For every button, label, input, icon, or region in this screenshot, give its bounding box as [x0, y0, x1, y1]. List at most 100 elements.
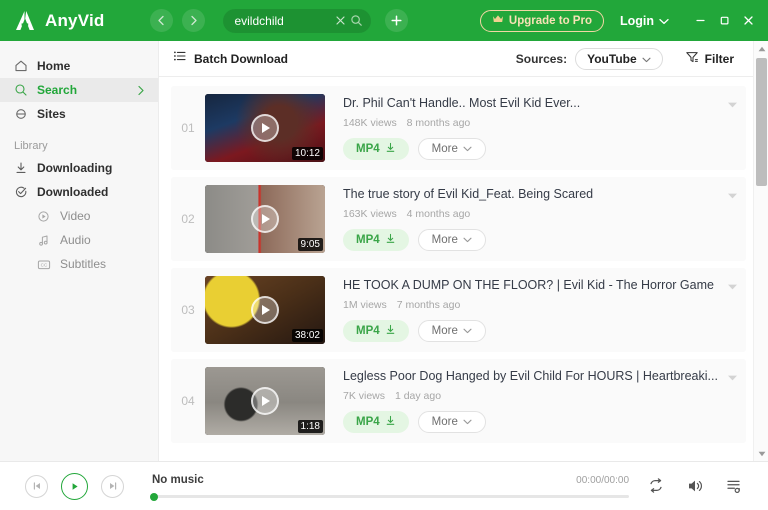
- svg-text:CC: CC: [41, 262, 48, 267]
- download-mp4-button[interactable]: MP4: [343, 320, 409, 342]
- more-label: More: [431, 143, 458, 155]
- caret-down-icon: [758, 451, 765, 456]
- video-title[interactable]: The true story of Evil Kid_Feat. Being S…: [343, 187, 718, 201]
- sidebar-item-sites[interactable]: Sites: [0, 102, 158, 126]
- video-thumbnail[interactable]: 9:05: [205, 185, 325, 253]
- sidebar-item-label: Subtitles: [60, 257, 107, 271]
- sidebar-item-video[interactable]: Video: [0, 204, 158, 228]
- minimize-icon: [695, 19, 705, 22]
- sidebar-item-label: Audio: [60, 233, 91, 247]
- next-button[interactable]: [101, 474, 124, 498]
- format-label: MP4: [356, 416, 380, 428]
- list-icon: [173, 49, 187, 68]
- clear-search-icon[interactable]: [335, 15, 346, 26]
- sidebar-item-subtitles[interactable]: CC Subtitles: [0, 252, 158, 276]
- row-expand-caret-icon[interactable]: [727, 187, 738, 205]
- video-thumbnail[interactable]: 1:18: [205, 367, 325, 435]
- video-thumbnail[interactable]: 38:02: [205, 276, 325, 344]
- download-icon: [385, 142, 396, 156]
- playback-controls: [25, 472, 124, 500]
- sidebar-item-label: Video: [60, 209, 91, 223]
- maximize-button[interactable]: [713, 10, 735, 32]
- download-mp4-button[interactable]: MP4: [343, 229, 409, 251]
- download-icon: [385, 324, 396, 338]
- video-duration: 9:05: [297, 237, 323, 251]
- video-meta: The true story of Evil Kid_Feat. Being S…: [343, 187, 746, 251]
- progress-slider[interactable]: [150, 492, 629, 501]
- progress-handle[interactable]: [150, 492, 158, 501]
- filter-button[interactable]: Filter: [685, 50, 734, 67]
- crown-icon: [492, 14, 504, 27]
- source-select[interactable]: YouTube: [575, 47, 663, 70]
- video-title[interactable]: Dr. Phil Can't Handle.. Most Evil Kid Ev…: [343, 96, 718, 110]
- scrollbar-thumb[interactable]: [756, 58, 767, 186]
- playlist-icon: [727, 480, 740, 493]
- table-row[interactable]: 02 9:05 The true story of Evil Kid_Feat.…: [171, 177, 746, 261]
- playlist-button[interactable]: [725, 477, 743, 495]
- player-bar: No music 00:00/00:00: [0, 461, 768, 510]
- sidebar-item-label: Search: [37, 83, 78, 97]
- download-mp4-button[interactable]: MP4: [343, 411, 409, 433]
- vertical-scrollbar[interactable]: [753, 41, 768, 461]
- chevron-down-icon: [463, 234, 472, 246]
- scroll-down-button[interactable]: [754, 446, 768, 461]
- close-button[interactable]: [737, 10, 759, 32]
- row-expand-caret-icon[interactable]: [727, 96, 738, 114]
- sidebar-item-downloading[interactable]: Downloading: [0, 156, 158, 180]
- search-input[interactable]: evildchild: [223, 8, 372, 33]
- table-row[interactable]: 01 10:12 Dr. Phil Can't Handle.. Most Ev…: [171, 86, 746, 170]
- video-title[interactable]: HE TOOK A DUMP ON THE FLOOR? | Evil Kid …: [343, 278, 718, 292]
- batch-download-button[interactable]: Batch Download: [173, 49, 288, 68]
- row-expand-caret-icon[interactable]: [727, 278, 738, 296]
- sidebar-item-label: Downloaded: [37, 185, 109, 199]
- more-button[interactable]: More: [417, 411, 486, 433]
- video-thumbnail[interactable]: 10:12: [205, 94, 325, 162]
- skip-forward-icon: [109, 482, 116, 490]
- repeat-icon: [650, 478, 662, 493]
- batch-download-label: Batch Download: [194, 51, 289, 66]
- download-mp4-button[interactable]: MP4: [343, 138, 409, 160]
- anyvid-window: AnyVid evildchild Upgrade to Pro Login H…: [0, 0, 768, 510]
- play-overlay-icon: [251, 205, 279, 233]
- table-row[interactable]: 04 1:18 Legless Poor Dog Hanged by Evil …: [171, 359, 746, 443]
- sidebar-item-audio[interactable]: Audio: [0, 228, 158, 252]
- sidebar-section-library: Library: [14, 140, 48, 152]
- video-views: 163K views: [343, 208, 397, 220]
- previous-button[interactable]: [25, 474, 48, 498]
- upgrade-to-pro-button[interactable]: Upgrade to Pro: [479, 9, 604, 32]
- scroll-up-button[interactable]: [754, 41, 768, 56]
- more-button[interactable]: More: [417, 138, 486, 160]
- plus-icon: [391, 15, 403, 26]
- source-value: YouTube: [587, 51, 637, 66]
- table-row[interactable]: 03 38:02 HE TOOK A DUMP ON THE FLOOR? | …: [171, 268, 746, 352]
- row-index: 03: [181, 303, 195, 317]
- more-label: More: [431, 416, 458, 428]
- sidebar-item-search[interactable]: Search: [0, 78, 158, 102]
- more-button[interactable]: More: [417, 320, 486, 342]
- video-stats: 1M views 7 months ago: [343, 299, 718, 311]
- chevron-down-icon: [463, 416, 472, 428]
- play-icon: [72, 482, 78, 490]
- search-icon[interactable]: [350, 14, 363, 27]
- video-title[interactable]: Legless Poor Dog Hanged by Evil Child Fo…: [343, 369, 718, 383]
- more-button[interactable]: More: [417, 229, 486, 251]
- sidebar-item-downloaded[interactable]: Downloaded: [0, 180, 158, 204]
- app-title: AnyVid: [45, 10, 105, 30]
- repeat-button[interactable]: [647, 477, 665, 495]
- row-expand-caret-icon[interactable]: [727, 369, 738, 387]
- back-button[interactable]: [150, 9, 174, 32]
- minimize-button[interactable]: [689, 10, 711, 32]
- login-button[interactable]: Login: [620, 14, 669, 28]
- video-views: 7K views: [343, 390, 386, 402]
- add-tab-button[interactable]: [385, 9, 409, 32]
- forward-button[interactable]: [182, 9, 206, 32]
- row-actions: MP4 More: [343, 320, 718, 342]
- chevron-down-icon: [642, 52, 651, 66]
- sidebar-item-label: Downloading: [37, 161, 113, 175]
- volume-button[interactable]: [686, 477, 704, 495]
- row-index: 02: [181, 212, 195, 226]
- play-button[interactable]: [61, 472, 88, 500]
- chevron-down-icon: [463, 143, 472, 155]
- volume-icon: [689, 480, 702, 492]
- sidebar-item-home[interactable]: Home: [0, 54, 158, 78]
